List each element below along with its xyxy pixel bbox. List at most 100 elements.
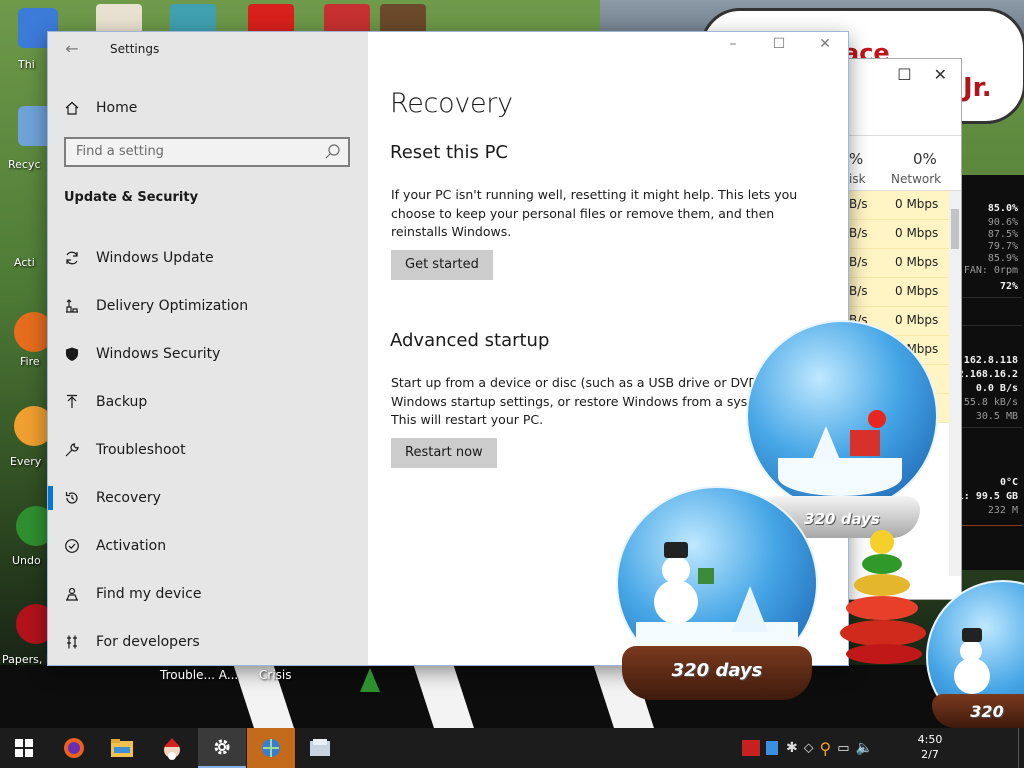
desktop-icon-label: Every xyxy=(10,455,42,468)
search-tray-icon[interactable]: ⚲ xyxy=(820,739,832,758)
restart-now-button[interactable]: Restart now xyxy=(391,438,497,468)
globe-days-label: 320 xyxy=(970,702,1004,721)
settings-nav-pane: Home Find a setting Update & Security Wi… xyxy=(48,32,368,665)
get-started-button[interactable]: Get started xyxy=(391,250,493,280)
nav-item-activation[interactable]: Activation xyxy=(48,526,368,566)
recovery-icon xyxy=(64,490,96,506)
nav-item-find-my-device[interactable]: Find my device xyxy=(48,574,368,614)
monitor-line: 0.0 B/s xyxy=(975,383,1018,394)
monitor-line: 79.7% xyxy=(987,241,1018,252)
section-title: Update & Security xyxy=(64,190,199,205)
table-row[interactable]: B/s 0 Mbps xyxy=(849,249,949,278)
taskbar-folder-app[interactable] xyxy=(296,728,344,768)
network-cell: 0 Mbps xyxy=(895,226,939,240)
taskbar-file-explorer[interactable] xyxy=(98,728,146,768)
nav-item-recovery[interactable]: Recovery xyxy=(48,478,368,518)
backup-icon xyxy=(64,394,96,410)
find-setting-search[interactable]: Find a setting xyxy=(64,137,350,167)
disk-cell: B/s xyxy=(849,197,868,211)
folder-app-icon xyxy=(310,739,330,756)
disk-cell: B/s xyxy=(849,226,868,240)
firefox-icon xyxy=(64,738,84,758)
close-icon[interactable]: ✕ xyxy=(934,65,947,84)
nav-item-label: Backup xyxy=(96,394,148,410)
desktop-icon-label: Fire xyxy=(20,355,40,368)
christmas-tree-icon xyxy=(360,668,380,692)
desktop-shortcut-icon[interactable] xyxy=(324,4,370,34)
monitor-line: 232 M xyxy=(987,505,1018,516)
page-title: Recovery xyxy=(390,88,513,119)
snow-globe-gadget[interactable]: 320 xyxy=(922,572,1024,728)
gadget-tray-icon[interactable]: ✱ xyxy=(786,740,798,756)
monitor-line: 2.168.16.2 xyxy=(957,369,1018,380)
developer-icon xyxy=(64,634,96,650)
snow-globe-gadget[interactable]: 320 days xyxy=(612,482,822,704)
drop-tray-icon[interactable]: ⬦ xyxy=(804,740,814,756)
settings-gear-icon xyxy=(214,739,230,755)
desktop-icon-label: Recyc xyxy=(8,158,41,171)
network-app-icon xyxy=(262,739,280,757)
windows-start-icon xyxy=(15,739,33,757)
table-row[interactable]: B/s 0 Mbps xyxy=(849,220,949,249)
search-placeholder: Find a setting xyxy=(76,144,164,159)
monitor-line: 30.5 MB xyxy=(975,411,1018,422)
nav-item-windows-update[interactable]: Windows Update xyxy=(48,238,368,278)
show-desktop-button[interactable] xyxy=(1018,728,1024,768)
advanced-startup-heading: Advanced startup xyxy=(390,330,550,351)
desktop-icon-label: Undo xyxy=(12,554,41,567)
volume-icon[interactable]: 🔈 xyxy=(856,740,873,756)
santa-hat-icon xyxy=(868,410,886,428)
disk-column-header[interactable]: isk xyxy=(849,172,866,186)
table-row[interactable]: B/s 0 Mbps xyxy=(849,278,949,307)
nav-item-label: Troubleshoot xyxy=(96,442,186,458)
taskbar-clock[interactable]: 4:50 2/7 xyxy=(912,732,948,762)
spiral-tree-gadget[interactable] xyxy=(840,530,930,730)
check-circle-icon xyxy=(64,538,96,554)
network-column-header[interactable]: Network xyxy=(891,172,941,186)
window-title: Settings xyxy=(110,42,160,56)
security-alert-icon[interactable] xyxy=(742,740,760,756)
reset-heading: Reset this PC xyxy=(390,142,508,163)
nav-item-troubleshoot[interactable]: Troubleshoot xyxy=(48,430,368,470)
monitor-line: 90.6% xyxy=(987,217,1018,228)
taskbar-firefox[interactable] xyxy=(50,728,98,768)
desktop-shortcut-icon[interactable] xyxy=(96,4,142,34)
desktop-icon-label: Acti xyxy=(14,256,35,269)
home-icon xyxy=(64,100,96,116)
nav-item-windows-security[interactable]: Windows Security xyxy=(48,334,368,374)
nav-item-for-developers[interactable]: For developers xyxy=(48,622,368,662)
monitor-line: FAN: 0rpm xyxy=(963,265,1018,276)
monitor-line: 0°C xyxy=(999,477,1018,488)
nav-item-backup[interactable]: Backup xyxy=(48,382,368,422)
taskbar-settings[interactable] xyxy=(198,728,246,768)
santa-app-icon xyxy=(164,738,180,760)
maximize-icon[interactable]: ☐ xyxy=(897,65,911,84)
network-percent: 0% xyxy=(913,150,937,168)
clock-date: 2/7 xyxy=(921,748,939,761)
system-tray: ✱ ⬦ ⚲ ▭ 🔈 xyxy=(742,728,873,768)
desktop-icon-label: Crisis xyxy=(259,668,292,682)
table-row[interactable]: B/s 0 Mbps xyxy=(849,191,949,220)
monitor-graph xyxy=(959,525,1022,548)
taskbar-santa-app[interactable] xyxy=(148,728,196,768)
nav-home[interactable]: Home xyxy=(64,96,137,120)
gift-icon xyxy=(850,430,880,456)
mcdonalds-shortcut-icon[interactable] xyxy=(248,4,294,34)
file-explorer-icon xyxy=(111,739,133,757)
disk-cell: B/s xyxy=(849,284,868,298)
scrollbar-thumb[interactable] xyxy=(951,209,959,249)
desktop-shortcut-icon[interactable] xyxy=(170,4,216,34)
nav-item-label: Find my device xyxy=(96,586,202,602)
task-manager-scrollbar[interactable] xyxy=(949,191,961,576)
nav-item-delivery-optimization[interactable]: Delivery Optimization xyxy=(48,286,368,326)
start-button[interactable] xyxy=(0,728,48,768)
monitor-line: 87.5% xyxy=(987,229,1018,240)
shield-icon xyxy=(64,346,96,362)
monitor-line: 85.9% xyxy=(987,253,1018,264)
network-tray-icon[interactable]: ▭ xyxy=(837,741,849,756)
back-arrow-icon[interactable]: ← xyxy=(60,38,84,60)
desktop-shortcut-icon[interactable] xyxy=(380,4,426,34)
taskbar: ✱ ⬦ ⚲ ▭ 🔈 4:50 2/7 xyxy=(0,728,1024,768)
blue-square-tray-icon[interactable] xyxy=(766,741,778,755)
taskbar-network-app[interactable] xyxy=(247,728,295,768)
